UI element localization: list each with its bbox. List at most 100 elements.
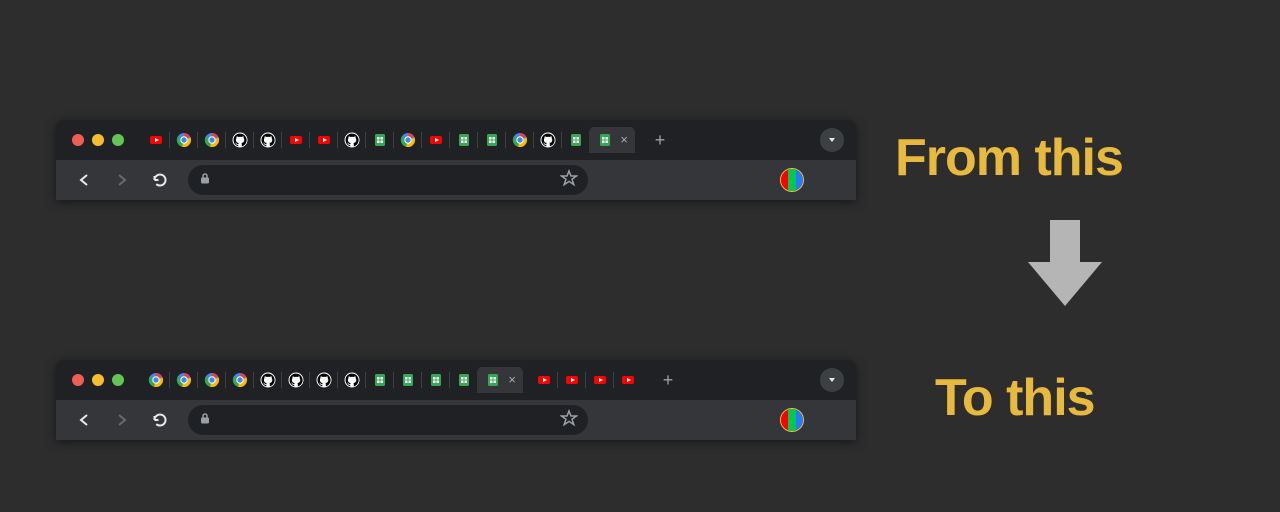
tab[interactable] — [614, 368, 642, 392]
sheets-icon — [568, 132, 584, 148]
bookmark-star-icon[interactable] — [560, 169, 578, 192]
tab[interactable] — [338, 128, 366, 152]
github-icon — [232, 132, 248, 148]
tab-strip: × + — [56, 120, 856, 160]
tab[interactable]: × — [478, 368, 522, 392]
new-tab-button[interactable]: + — [646, 126, 674, 154]
tab[interactable] — [170, 128, 198, 152]
tab[interactable] — [142, 368, 170, 392]
address-bar[interactable] — [188, 165, 588, 195]
tab[interactable] — [310, 368, 338, 392]
tab[interactable] — [254, 128, 282, 152]
chrome-icon — [148, 372, 164, 388]
close-icon[interactable]: × — [620, 133, 628, 146]
tab-strip: × + — [56, 360, 856, 400]
arrow-down-icon — [1020, 214, 1110, 310]
tab[interactable] — [422, 368, 450, 392]
tab[interactable] — [310, 128, 338, 152]
youtube-icon — [592, 372, 608, 388]
chrome-icon — [204, 132, 220, 148]
tab[interactable] — [198, 368, 226, 392]
window-close-button[interactable] — [72, 134, 84, 146]
window-minimize-button[interactable] — [92, 374, 104, 386]
window-close-button[interactable] — [72, 374, 84, 386]
tab[interactable] — [450, 128, 478, 152]
toolbar — [56, 160, 856, 200]
youtube-icon — [536, 372, 552, 388]
sheets-icon — [428, 372, 444, 388]
chrome-icon — [512, 132, 528, 148]
extension-icon[interactable] — [780, 408, 804, 432]
chrome-icon — [176, 132, 192, 148]
chrome-icon — [176, 372, 192, 388]
sheets-icon — [456, 132, 472, 148]
tab[interactable] — [338, 368, 366, 392]
tab[interactable] — [586, 368, 614, 392]
back-button[interactable] — [68, 164, 100, 196]
github-icon — [288, 372, 304, 388]
window-controls — [72, 374, 124, 386]
lock-icon — [198, 411, 212, 430]
tab[interactable] — [366, 368, 394, 392]
window-controls — [72, 134, 124, 146]
sheets-icon — [372, 132, 388, 148]
github-icon — [344, 372, 360, 388]
tab[interactable] — [534, 128, 562, 152]
youtube-icon — [288, 132, 304, 148]
back-button[interactable] — [68, 404, 100, 436]
new-tab-button[interactable]: + — [654, 366, 682, 394]
reload-button[interactable] — [144, 164, 176, 196]
tab[interactable] — [562, 128, 590, 152]
tab[interactable] — [198, 128, 226, 152]
reload-button[interactable] — [144, 404, 176, 436]
sheets-icon — [456, 372, 472, 388]
youtube-icon — [316, 132, 332, 148]
youtube-icon — [620, 372, 636, 388]
tab[interactable] — [422, 128, 450, 152]
sheets-icon — [400, 372, 416, 388]
sheets-icon — [597, 132, 613, 148]
tab[interactable] — [170, 368, 198, 392]
browser-window-sorted: × + — [56, 360, 856, 440]
forward-button[interactable] — [106, 404, 138, 436]
chrome-icon — [232, 372, 248, 388]
tab[interactable] — [530, 368, 558, 392]
github-icon — [316, 372, 332, 388]
window-zoom-button[interactable] — [112, 374, 124, 386]
sheets-icon — [485, 372, 501, 388]
tab[interactable] — [558, 368, 586, 392]
tab[interactable] — [142, 128, 170, 152]
tab[interactable] — [394, 368, 422, 392]
youtube-icon — [428, 132, 444, 148]
tab[interactable] — [450, 368, 478, 392]
tab[interactable] — [226, 368, 254, 392]
lock-icon — [198, 171, 212, 190]
tab[interactable] — [254, 368, 282, 392]
tab-list: × — [142, 128, 634, 152]
browser-window-unsorted: × + — [56, 120, 856, 200]
window-minimize-button[interactable] — [92, 134, 104, 146]
address-bar[interactable] — [188, 405, 588, 435]
forward-button[interactable] — [106, 164, 138, 196]
toolbar — [56, 400, 856, 440]
tab[interactable] — [394, 128, 422, 152]
bookmark-star-icon[interactable] — [560, 409, 578, 432]
tab[interactable] — [478, 128, 506, 152]
tab-overflow-button[interactable] — [820, 128, 844, 152]
headline-from: From this — [895, 128, 1123, 188]
extension-icon[interactable] — [780, 168, 804, 192]
tab[interactable] — [226, 128, 254, 152]
tab[interactable] — [366, 128, 394, 152]
tab[interactable] — [282, 128, 310, 152]
tab[interactable] — [506, 128, 534, 152]
tab[interactable]: × — [590, 128, 634, 152]
tab[interactable] — [282, 368, 310, 392]
window-zoom-button[interactable] — [112, 134, 124, 146]
tab-overflow-button[interactable] — [820, 368, 844, 392]
youtube-icon — [564, 372, 580, 388]
chrome-icon — [204, 372, 220, 388]
close-icon[interactable]: × — [508, 373, 516, 386]
github-icon — [540, 132, 556, 148]
sheets-icon — [484, 132, 500, 148]
github-icon — [344, 132, 360, 148]
